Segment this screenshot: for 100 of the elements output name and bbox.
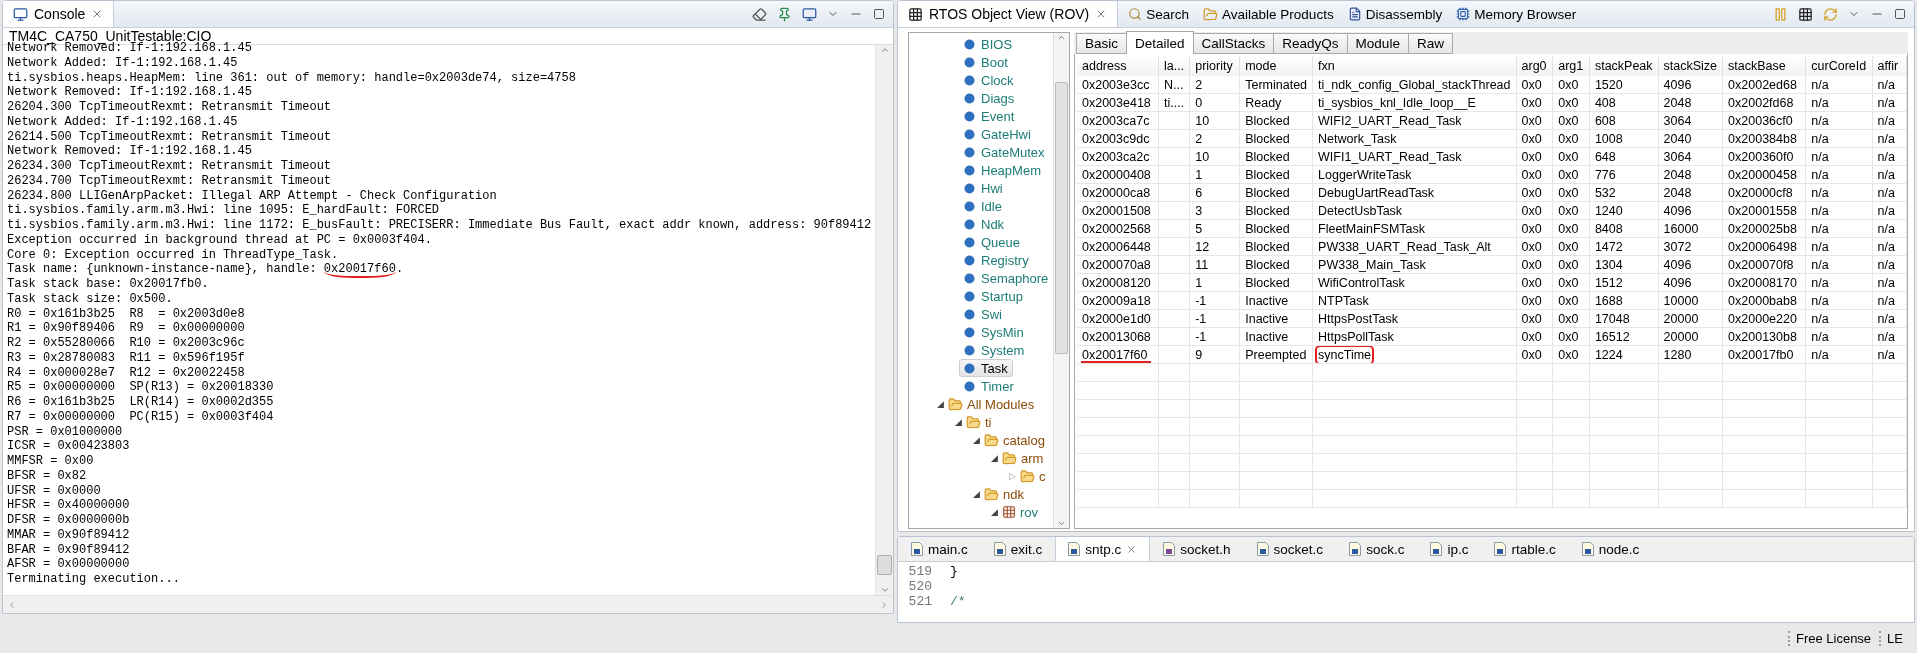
editor-tab[interactable]: node.c [1568,537,1653,561]
table-cell: 0x0 [1552,219,1590,238]
table-cell: n/a [1805,309,1873,328]
column-header[interactable]: address [1077,56,1159,76]
table-cell: 408 [1589,93,1659,112]
table-cell: syncTime [1312,345,1517,364]
console-line: R0 = 0x161b3b25 R8 = 0x2003d0e8 [7,306,246,322]
editor-tab[interactable]: rtable.c [1481,537,1569,561]
table-cell: 1224 [1589,345,1659,364]
code-line: } [950,564,958,579]
tree-item[interactable]: Task [959,359,1013,377]
tree-item[interactable]: Ndk [959,215,1010,233]
tree-item[interactable]: Registry [959,251,1034,269]
table-cell: n/a [1872,111,1907,130]
view-tab[interactable]: Available Products [1222,6,1334,22]
tree-item[interactable]: System [959,341,1030,359]
tab[interactable]: ReadyQs [1273,33,1348,54]
table-cell: 0x0 [1516,147,1553,166]
table-cell: 0 [1189,93,1240,112]
console-line: R7 = 0x00000000 PC(R15) = 0x0003f404 [7,409,275,425]
table-cell: Inactive [1239,291,1313,310]
console-line: 26234.800 LLIGenArpPacket: Illegal ARP Attempt - Check Configuration [7,188,498,204]
editor-tab[interactable]: socket.c [1243,537,1337,561]
tree-item[interactable]: arm [1021,450,1044,466]
table-cell: 0x0 [1552,309,1590,328]
column-header[interactable]: stackBase [1722,56,1806,76]
column-header[interactable]: la... [1158,56,1190,76]
table-cell: 0x20001558 [1722,201,1806,220]
tree-item[interactable]: Clock [959,71,1019,89]
expanded-icon[interactable]: ◢ [955,417,962,427]
column-header[interactable]: mode [1239,56,1313,76]
column-header[interactable]: affir [1872,56,1907,76]
tree-item[interactable]: GateMutex [959,143,1050,161]
column-header[interactable]: arg0 [1516,56,1553,76]
tree-item[interactable]: ti [985,414,992,430]
expanded-icon[interactable]: ◢ [991,453,998,463]
view-tab[interactable]: Memory Browser [1474,6,1577,22]
tree-item[interactable]: BIOS [959,35,1018,53]
view-tab[interactable]: Disassembly [1365,6,1443,22]
column-header[interactable]: fxn [1312,56,1517,76]
editor-tab[interactable]: socket.h [1150,537,1244,561]
column-header[interactable]: stackSize [1658,56,1723,76]
column-header[interactable]: stackPeak [1589,56,1659,76]
expanded-icon[interactable]: ◢ [973,435,980,445]
table-cell: n/a [1805,165,1873,184]
console-line: R1 = 0x90f89406 R9 = 0x00000000 [7,321,246,336]
tab[interactable]: Raw [1407,33,1453,54]
status-text: Free License [1787,630,1872,646]
tree-item[interactable]: Event [959,107,1020,125]
editor-tab[interactable]: sock.c [1336,537,1418,561]
column-header[interactable]: arg1 [1552,56,1590,76]
console-line: ICSR = 0x00423803 [7,439,131,454]
console-line: Task stack base: 0x20017fb0. [7,277,210,292]
editor-tab[interactable]: sntp.c [1055,537,1151,561]
table-cell: 10 [1189,111,1240,130]
tree-item[interactable]: rov [1020,504,1039,520]
tree-item[interactable]: ndk [1003,486,1024,502]
table-cell: 0x200070f8 [1722,255,1806,274]
table-cell: n/a [1805,147,1873,166]
table-cell: 0x0 [1516,255,1553,274]
table-cell: n/a [1805,76,1873,94]
tree-item[interactable]: GateHwi [959,125,1036,143]
table-cell: 0x0 [1552,237,1590,256]
tree-item[interactable]: All Modules [967,396,1035,412]
expanded-icon[interactable]: ◢ [991,507,998,517]
tree-item[interactable]: catalog [1003,432,1045,448]
table-cell: Blocked [1239,129,1313,148]
tree-item[interactable]: Swi [959,305,1007,323]
tree-item[interactable]: Idle [959,197,1007,215]
tab[interactable]: Detailed [1126,31,1194,54]
table-cell: 20000 [1658,327,1723,346]
console-line: Network Removed: If-1:192.168.1.45 [7,144,253,159]
column-header[interactable]: priority [1189,56,1240,76]
tree-item[interactable]: HeapMem [959,161,1046,179]
tree-item[interactable]: Startup [959,287,1028,305]
tree-item[interactable]: Hwi [959,179,1008,197]
editor-tab[interactable]: ip.c [1417,537,1482,561]
table-cell: 10000 [1658,291,1723,310]
tab[interactable]: CallStacks [1192,33,1275,54]
tree-item[interactable]: Timer [959,377,1019,395]
table-cell: WifiControlTask [1312,273,1517,292]
expanded-icon[interactable]: ◢ [937,399,944,409]
tree-item[interactable]: c [1039,468,1046,484]
line-number: 521 [907,594,933,609]
editor-tab[interactable]: exit.c [980,537,1056,561]
tab[interactable]: Module [1346,33,1409,54]
table-cell: 0x2000e220 [1722,309,1806,328]
table-cell: 0x0 [1516,165,1553,184]
tree-item[interactable]: SysMin [959,323,1029,341]
tree-item[interactable]: Diags [959,89,1020,107]
column-header[interactable]: curCoreId [1805,56,1873,76]
table-cell: n/a [1805,345,1873,364]
view-tab[interactable]: Search [1146,6,1190,22]
editor-tab[interactable]: main.c [898,537,981,561]
tree-item[interactable]: Boot [959,53,1013,71]
expanded-icon[interactable]: ◢ [973,489,980,499]
tree-item[interactable]: Semaphore [959,269,1053,287]
tab[interactable]: Basic [1076,33,1127,54]
tree-item[interactable]: Queue [959,233,1026,251]
console-line: Network Added: If-1:192.168.1.45 [7,114,239,130]
